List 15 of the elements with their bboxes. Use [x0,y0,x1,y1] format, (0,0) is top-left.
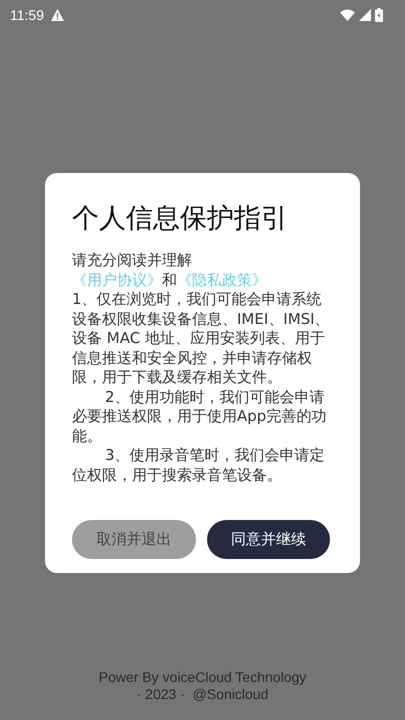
connector-text: 和 [162,270,177,290]
paragraph: 2、使用功能时，我们可能会申请必要推送权限，用于使用App完善的功能。 [72,388,328,446]
paragraph: 3、使用录音笔时，我们会申请定位权限，用于搜索录音笔设备。 [72,446,326,485]
warning-icon [51,9,64,21]
wifi-icon [340,9,355,21]
signal-icon [359,9,371,21]
dialog-title: 个人信息保护指引 [72,202,289,236]
status-time: 11:59 [10,7,44,23]
intro-text: 请充分阅读并理解 [72,251,193,270]
footer-text: · 2023 · @Sonicloud [136,686,270,703]
battery-icon [375,8,383,22]
cancel-button[interactable]: 取消并退出 [72,520,196,559]
footer-text: Power By voiceCloud Technology [98,669,306,686]
paragraph: 1、仅在浏览时，我们可能会申请系统设备权限收集设备信息、IMEI、IMSI、设备 MAC 地址、应用安装列表、用于信息推送和安全风控，并申请存储权限，用于下载及缓存相关文件。 [72,290,330,388]
agree-button[interactable]: 同意并继续 [206,520,330,559]
